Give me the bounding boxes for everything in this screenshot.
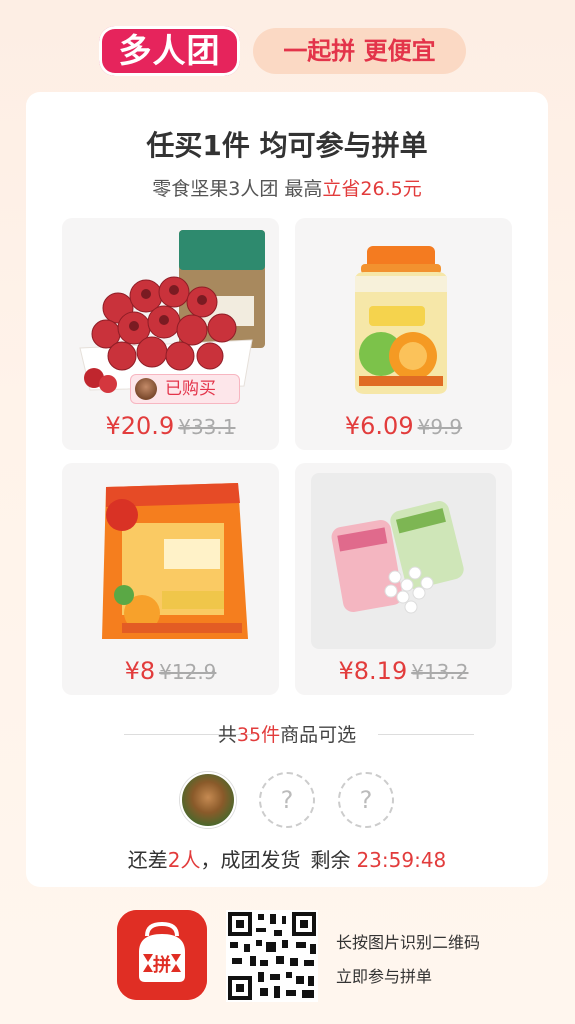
bought-badge: 已购买 xyxy=(130,374,240,404)
selection-count: 35件 xyxy=(236,724,281,746)
product-image-probiotic-mints xyxy=(311,473,496,649)
selection-prefix: 共 xyxy=(217,724,237,746)
original-price: ¥33.1 xyxy=(178,415,236,439)
buyer-avatar xyxy=(135,378,157,400)
status-prefix: 还差 xyxy=(127,848,168,872)
savings-amount: 立省26.5元 xyxy=(322,178,422,200)
status-needed-count: 2人 xyxy=(167,848,201,872)
subtitle-prefix: 零食坚果3人团 最高 xyxy=(152,178,323,200)
qr-code[interactable] xyxy=(226,910,318,1002)
countdown-timer: 23:59:48 xyxy=(356,848,447,872)
remain-label: 剩余 xyxy=(310,848,351,872)
current-price: ¥20.9 xyxy=(105,412,175,440)
product-card-hawthorn[interactable]: 已购买 ¥20.9 ¥33.1 xyxy=(62,218,279,450)
footer-line-scan: 长按图片识别二维码 xyxy=(336,933,481,952)
app-logo-icon: 拼 xyxy=(117,910,207,1000)
price-row: ¥8.19 ¥13.2 xyxy=(295,649,512,695)
current-price: ¥8 xyxy=(124,657,156,685)
product-image-candy-bottle xyxy=(355,246,447,394)
header: 多人团 一起拼 更便宜 xyxy=(0,22,575,78)
group-status: 还差2人，成团发货 剩余 23:59:48 xyxy=(26,844,548,873)
group-buy-card: 任买1件 均可参与拼单 零食坚果3人团 最高立省26.5元 已购买 ¥20.9 … xyxy=(26,92,548,887)
app-logo: 拼 xyxy=(117,910,207,1000)
footer-instructions: 长按图片识别二维码 立即参与拼单 xyxy=(336,926,480,994)
current-price: ¥6.09 xyxy=(344,412,414,440)
product-image-citrus-bag xyxy=(102,483,248,639)
current-price: ¥8.19 xyxy=(338,657,408,685)
bought-label: 已购买 xyxy=(165,379,216,399)
member-slot-empty: ? xyxy=(338,772,394,828)
original-price: ¥9.9 xyxy=(417,415,463,439)
product-card-candy-bottle[interactable]: ¥6.09 ¥9.9 xyxy=(295,218,512,450)
card-subtitle: 零食坚果3人团 最高立省26.5元 xyxy=(26,174,548,201)
selection-text: 共35件商品可选 xyxy=(26,720,548,750)
brand-logo: 多人团 xyxy=(99,26,240,76)
price-row: ¥8 ¥12.9 xyxy=(62,649,279,695)
status-suffix: ，成团发货 xyxy=(200,848,301,872)
footer-line-join: 立即参与拼单 xyxy=(336,967,433,986)
product-card-citrus-bag[interactable]: ¥8 ¥12.9 xyxy=(62,463,279,695)
member-avatar-joined xyxy=(180,772,236,828)
price-row: ¥6.09 ¥9.9 xyxy=(295,404,512,450)
price-row: ¥20.9 ¥33.1 xyxy=(62,404,279,450)
product-card-probiotic-mints[interactable]: ¥8.19 ¥13.2 xyxy=(295,463,512,695)
card-title: 任买1件 均可参与拼单 xyxy=(146,129,428,162)
selection-suffix: 商品可选 xyxy=(280,724,357,746)
slogan-pill: 一起拼 更便宜 xyxy=(253,28,466,74)
original-price: ¥13.2 xyxy=(411,660,469,684)
original-price: ¥12.9 xyxy=(159,660,217,684)
app-logo-text: 拼 xyxy=(153,954,171,976)
selection-count-row: 共35件商品可选 xyxy=(26,720,548,750)
member-slot-empty: ? xyxy=(259,772,315,828)
